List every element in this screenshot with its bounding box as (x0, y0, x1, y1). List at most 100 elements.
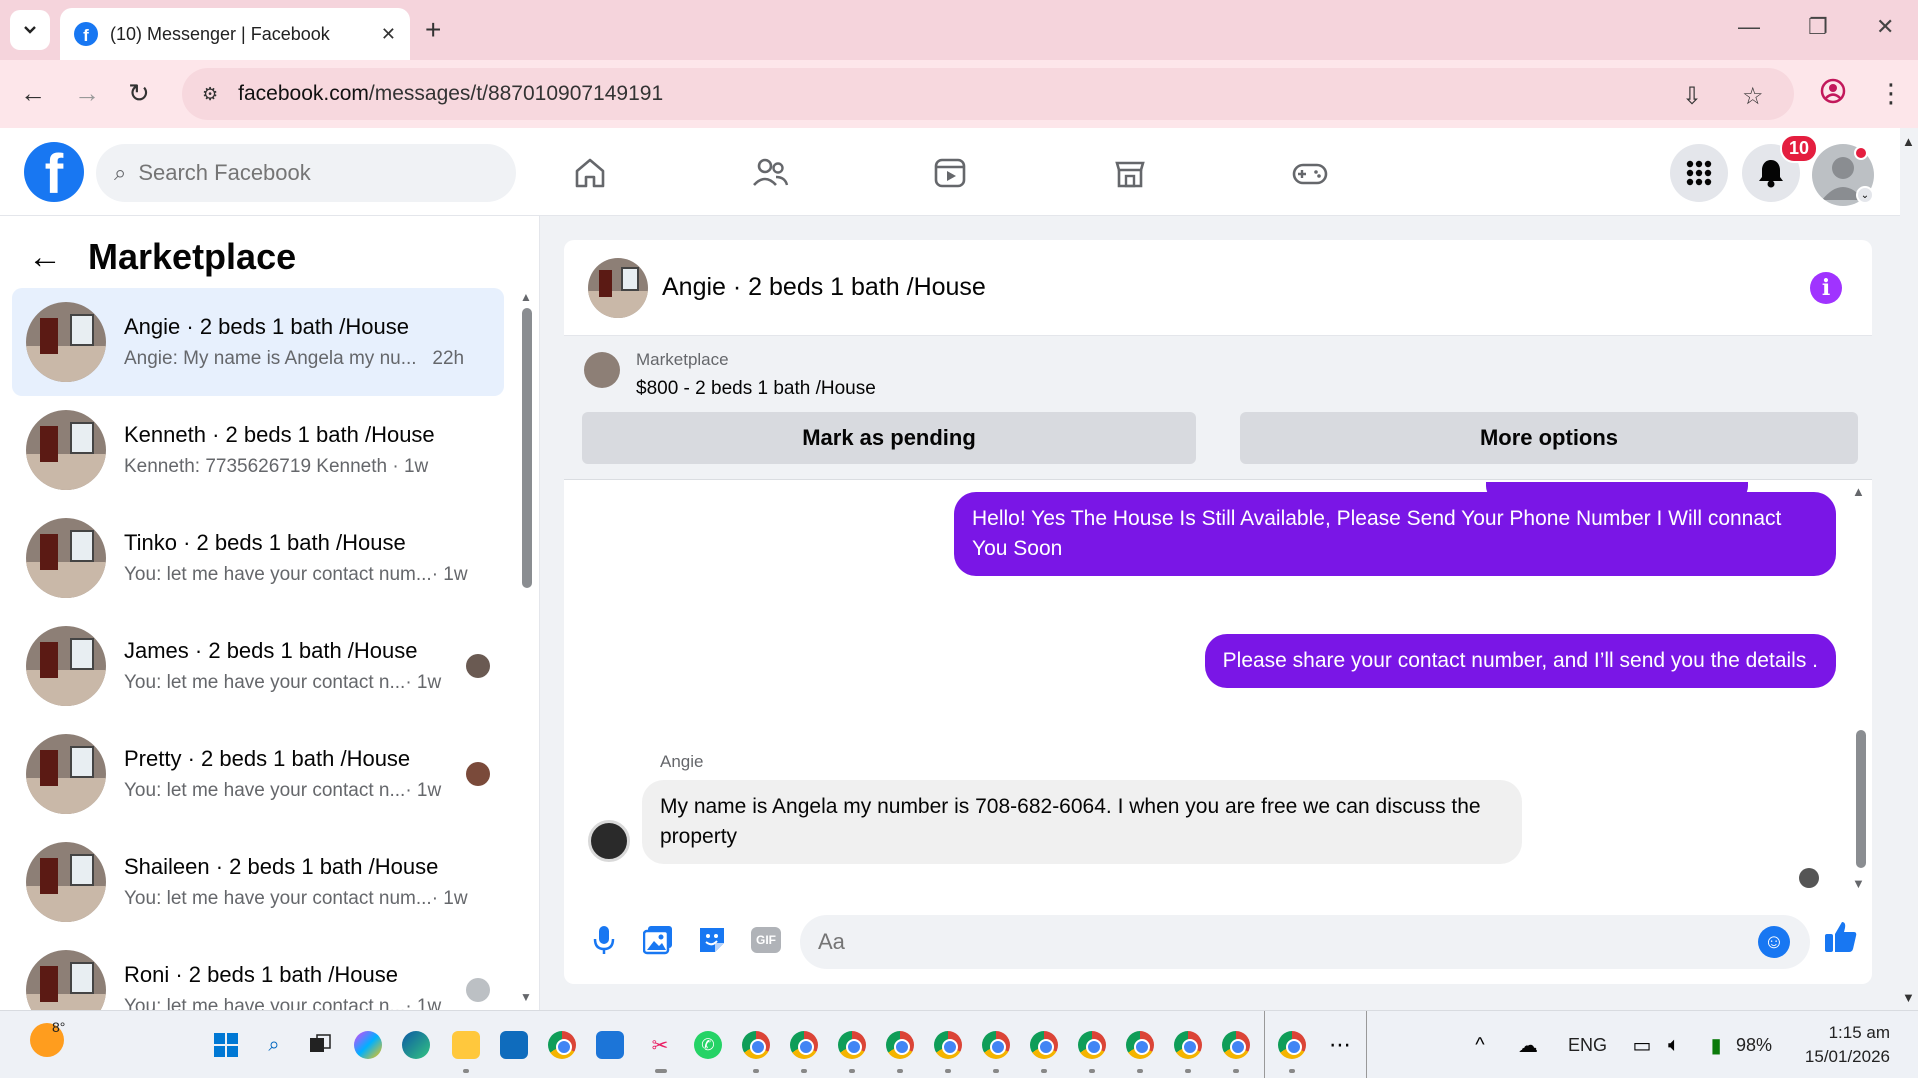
listing-price-title[interactable]: $800 - 2 beds 1 bath /House (636, 378, 876, 400)
store-icon[interactable] (500, 1031, 528, 1059)
conversation-item[interactable]: James · 2 beds 1 bath /House You: let me… (12, 612, 504, 720)
new-tab-button[interactable]: + (425, 14, 441, 46)
volume-icon[interactable]: 🔈︎ (1660, 1031, 1688, 1059)
scroll-down-arrow-icon[interactable]: ▼ (520, 990, 532, 1004)
chrome-window-icon[interactable] (1222, 1031, 1250, 1059)
gaming-icon[interactable] (1286, 152, 1334, 194)
conversation-name: James · 2 beds 1 bath /House (124, 638, 418, 663)
conversation-snippet: Kenneth: 7735626719 Kenneth · 1w (124, 456, 429, 477)
close-window-icon[interactable]: ✕ (1876, 14, 1894, 40)
more-options-button[interactable]: More options (1240, 412, 1858, 464)
chrome-window-icon[interactable] (1126, 1031, 1154, 1059)
edge-icon[interactable] (402, 1031, 430, 1059)
message-input[interactable] (818, 929, 1718, 955)
panel-scrollbar[interactable] (522, 308, 532, 588)
conversation-item[interactable]: Tinko · 2 beds 1 bath /House You: let me… (12, 504, 504, 612)
facebook-logo-icon[interactable]: f (24, 142, 84, 202)
page-scroll-up-icon[interactable]: ▲ (1902, 134, 1915, 149)
battery-charging-icon[interactable]: ▮ (1702, 1031, 1730, 1059)
conversation-item[interactable]: Kenneth · 2 beds 1 bath /House Kenneth: … (12, 396, 504, 504)
friends-icon[interactable] (746, 152, 794, 194)
thumbs-up-icon[interactable] (1824, 920, 1858, 963)
emoji-icon[interactable]: ☺ (1758, 926, 1790, 958)
minimize-icon[interactable]: — (1738, 14, 1760, 40)
bookmark-star-icon[interactable]: ☆ (1742, 82, 1764, 111)
scroll-up-arrow-icon[interactable]: ▲ (520, 290, 532, 304)
chat-listing-thumbnail[interactable] (588, 257, 648, 318)
menu-grid-icon[interactable] (1670, 144, 1728, 202)
tab-search-button[interactable] (10, 10, 50, 50)
site-settings-icon[interactable]: ⚙ (202, 84, 218, 105)
search-icon[interactable]: ⌕ (260, 1031, 288, 1059)
conversation-item[interactable]: Roni · 2 beds 1 bath /House You: let me … (12, 936, 504, 1010)
account-chevron-down-icon[interactable]: ⌄ (1856, 186, 1874, 204)
conversation-item[interactable]: Pretty · 2 beds 1 bath /House You: let m… (12, 720, 504, 828)
chrome-window-icon[interactable] (886, 1031, 914, 1059)
info-icon[interactable]: i (1810, 272, 1842, 304)
home-icon[interactable] (566, 152, 614, 194)
facebook-header: f ⌕ (0, 128, 1900, 216)
chat-scrollbar[interactable] (1856, 730, 1866, 868)
sender-avatar[interactable] (588, 820, 630, 862)
photo-icon[interactable] (640, 922, 676, 958)
battery-percentage: 98% (1736, 1035, 1773, 1055)
outgoing-message[interactable]: Hello! Yes The House Is Still Available,… (954, 492, 1836, 576)
chrome-window-icon[interactable] (742, 1031, 770, 1059)
marketplace-icon[interactable] (1106, 152, 1154, 194)
copilot-icon[interactable] (354, 1031, 382, 1059)
task-view-icon[interactable] (306, 1031, 334, 1059)
video-icon[interactable] (926, 152, 974, 194)
chrome-window-icon[interactable] (982, 1031, 1010, 1059)
conversation-item[interactable]: Shaileen · 2 beds 1 bath /House You: let… (12, 828, 504, 936)
message-input-field[interactable]: ☺ (800, 915, 1810, 969)
listing-thumbnail (26, 950, 106, 1010)
facebook-search[interactable]: ⌕ (96, 144, 516, 202)
chrome-window-icon[interactable] (1278, 1031, 1306, 1059)
browser-tab-bar: f (10) Messenger | Facebook ✕ + — ❐ ✕ (0, 0, 1918, 60)
browser-tab[interactable]: f (10) Messenger | Facebook ✕ (60, 8, 410, 60)
browser-menu-icon[interactable]: ⋮ (1878, 78, 1904, 109)
chat-title[interactable]: Angie · 2 beds 1 bath /House (662, 273, 986, 302)
chrome-icon[interactable] (548, 1031, 576, 1059)
chrome-window-icon[interactable] (1078, 1031, 1106, 1059)
outlook-icon[interactable] (596, 1031, 624, 1059)
microphone-icon[interactable] (586, 922, 622, 958)
install-app-icon[interactable]: ⇩ (1682, 82, 1702, 111)
chrome-window-icon[interactable] (838, 1031, 866, 1059)
show-hidden-icons-chevron-icon[interactable]: ^ (1466, 1031, 1494, 1059)
mark-as-pending-button[interactable]: Mark as pending (582, 412, 1196, 464)
clock[interactable]: 1:15 am 15/01/2026 (1790, 1021, 1890, 1069)
gif-icon[interactable]: GIF (748, 922, 784, 958)
conversation-snippet: Angie: My name is Angela my nu... (124, 348, 417, 369)
incoming-message[interactable]: My name is Angela my number is 708-682-6… (642, 780, 1522, 864)
page-scroll-down-icon[interactable]: ▼ (1902, 990, 1915, 1005)
back-arrow-icon[interactable]: ← (28, 238, 62, 277)
back-arrow-icon[interactable]: ← (20, 78, 46, 109)
weather-widget[interactable]: 8° (30, 1019, 65, 1057)
chrome-window-icon[interactable] (934, 1031, 962, 1059)
network-icon[interactable]: ▭ (1628, 1031, 1656, 1059)
scroll-up-arrow-icon[interactable]: ▲ (1852, 484, 1865, 499)
onedrive-cloud-icon[interactable]: ☁ (1514, 1031, 1542, 1059)
url-field[interactable]: ⚙ facebook.com/messages/t/88701090714919… (182, 68, 1794, 120)
search-input[interactable] (138, 160, 439, 186)
profile-icon[interactable] (1820, 78, 1846, 111)
sticker-icon[interactable] (694, 922, 730, 958)
windows-start-icon[interactable] (212, 1031, 240, 1059)
chrome-window-icon[interactable] (1174, 1031, 1202, 1059)
conversation-snippet: You: let me have your contact n... (124, 996, 406, 1010)
chrome-window-icon[interactable] (1030, 1031, 1058, 1059)
chrome-window-icon[interactable] (790, 1031, 818, 1059)
conversation-item[interactable]: Angie · 2 beds 1 bath /House Angie: My n… (12, 288, 504, 396)
outgoing-message[interactable]: Please share your contact number, and I’… (1204, 634, 1836, 688)
close-tab-icon[interactable]: ✕ (381, 24, 396, 45)
scroll-down-arrow-icon[interactable]: ▼ (1852, 876, 1865, 891)
reload-icon[interactable]: ↻ (128, 78, 150, 109)
restore-icon[interactable]: ❐ (1808, 14, 1828, 40)
more-apps-icon[interactable]: ⋯ (1326, 1031, 1354, 1059)
whatsapp-icon[interactable]: ✆ (694, 1031, 722, 1059)
snipping-tool-icon[interactable]: ✂ (646, 1031, 674, 1059)
file-explorer-icon[interactable] (452, 1031, 480, 1059)
language-indicator[interactable]: ENG (1568, 1035, 1607, 1056)
forward-arrow-icon[interactable]: → (74, 78, 100, 109)
